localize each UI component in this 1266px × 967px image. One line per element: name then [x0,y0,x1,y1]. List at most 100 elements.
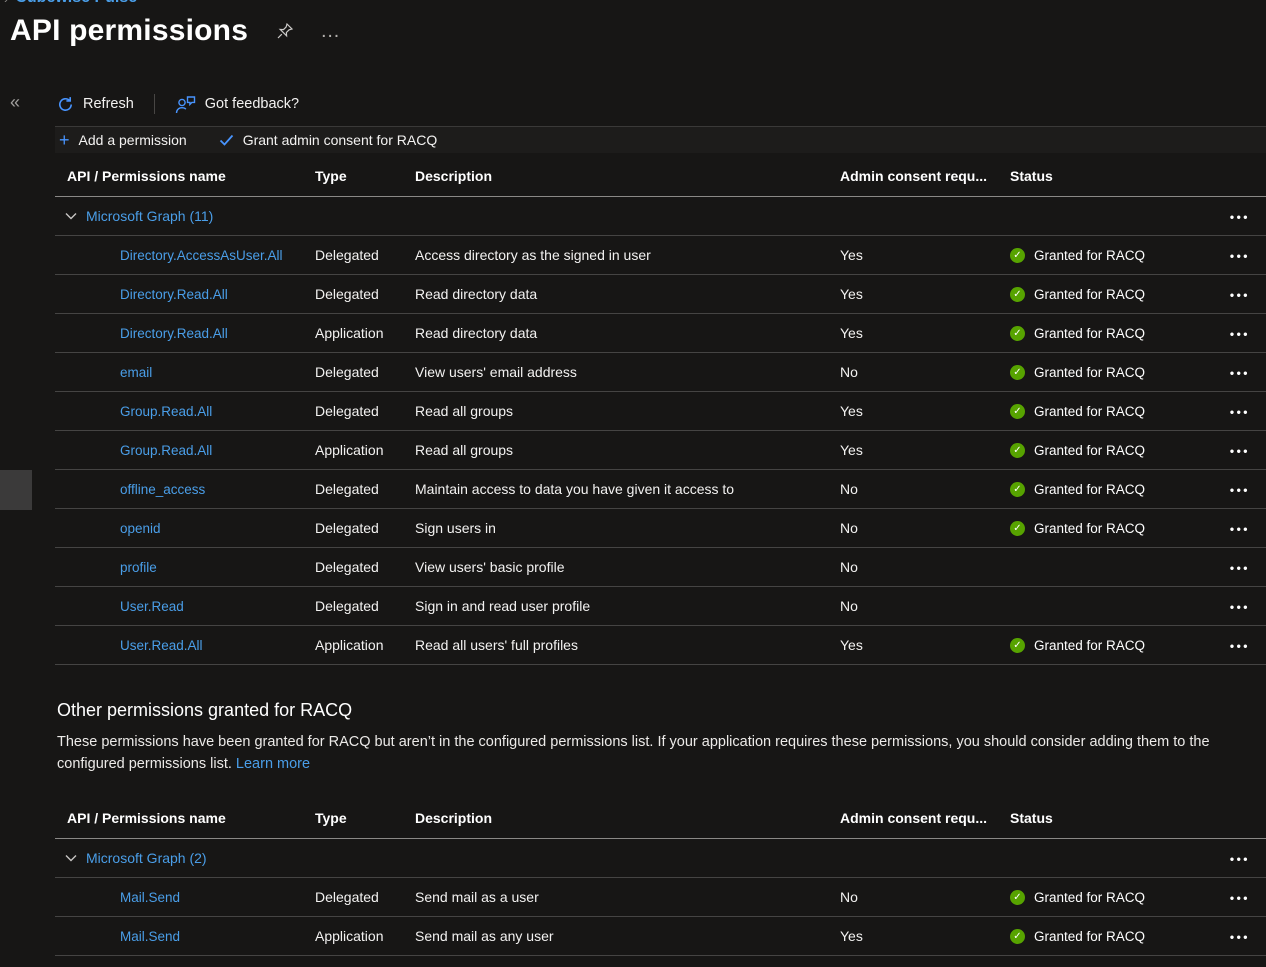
permission-description: Access directory as the signed in user [415,247,840,263]
actions-bar: + Add a permission Grant admin consent f… [55,126,1266,153]
column-header-status: Status [1010,168,1210,184]
admin-consent-value: No [840,889,1010,905]
table-header-row: API / Permissions name Type Description … [55,798,1266,839]
column-header-admin-consent: Admin consent requ... [840,810,1010,826]
command-bar: Refresh Got feedback? [55,88,301,120]
permission-row: User.Read.All Application Read all users… [55,626,1266,665]
permission-row: offline_access Delegated Maintain access… [55,470,1266,509]
permission-description: Read directory data [415,286,840,302]
permission-description: Send mail as a user [415,889,840,905]
permission-link[interactable]: User.Read [120,599,184,614]
status-label: Granted for RACQ [1034,482,1145,497]
permission-link[interactable]: offline_access [120,482,205,497]
status-granted: ✓ Granted for RACQ [1010,890,1210,905]
permission-row: Mail.Send Delegated Send mail as a user … [55,878,1266,917]
permission-row: Directory.Read.All Application Read dire… [55,314,1266,353]
permission-link[interactable]: email [120,365,152,380]
row-ellipsis-menu[interactable]: ••• [1230,288,1250,302]
row-ellipsis-menu[interactable]: ••• [1230,639,1250,653]
row-ellipsis-menu[interactable]: ••• [1230,852,1250,866]
status-granted: ✓ Granted for RACQ [1010,287,1210,302]
permission-link[interactable]: Directory.Read.All [120,287,228,302]
permission-link[interactable]: Group.Read.All [120,404,212,419]
admin-consent-value: No [840,559,1010,575]
permission-link[interactable]: Directory.Read.All [120,326,228,341]
permission-link[interactable]: Group.Read.All [120,443,212,458]
permission-link[interactable]: User.Read.All [120,638,203,653]
add-permission-button[interactable]: + Add a permission [55,132,191,148]
permission-row: email Delegated View users' email addres… [55,353,1266,392]
check-icon [219,134,234,146]
row-ellipsis-menu[interactable]: ••• [1230,444,1250,458]
granted-check-icon: ✓ [1010,443,1025,458]
row-ellipsis-menu[interactable]: ••• [1230,249,1250,263]
refresh-button[interactable]: Refresh [55,92,136,117]
status-label: Granted for RACQ [1034,404,1145,419]
permission-description: Read all groups [415,403,840,419]
refresh-icon [57,96,74,113]
row-ellipsis-menu[interactable]: ••• [1230,210,1250,224]
other-permissions-text: These permissions have been granted for … [57,734,1210,772]
left-panel-fragment [0,470,32,510]
permission-description: Send mail as any user [415,928,840,944]
admin-consent-value: Yes [840,325,1010,341]
permission-link[interactable]: openid [120,521,161,536]
column-header-type: Type [315,810,415,826]
add-permission-label: Add a permission [79,132,187,148]
permission-row: Directory.AccessAsUser.All Delegated Acc… [55,236,1266,275]
row-ellipsis-menu[interactable]: ••• [1230,483,1250,497]
table-header-row: API / Permissions name Type Description … [55,156,1266,197]
other-permissions-heading: Other permissions granted for RACQ [57,700,352,721]
api-group-row: Microsoft Graph (2) ••• [55,839,1266,878]
row-ellipsis-menu[interactable]: ••• [1230,891,1250,905]
permission-link[interactable]: profile [120,560,157,575]
grant-admin-consent-button[interactable]: Grant admin consent for RACQ [215,132,442,148]
row-ellipsis-menu[interactable]: ••• [1230,930,1250,944]
pin-icon[interactable] [276,22,294,40]
status-label: Granted for RACQ [1034,365,1145,380]
row-ellipsis-menu[interactable]: ••• [1230,522,1250,536]
row-ellipsis-menu[interactable]: ••• [1230,327,1250,341]
admin-consent-value: Yes [840,286,1010,302]
row-ellipsis-menu[interactable]: ••• [1230,405,1250,419]
permission-type: Application [315,928,415,944]
permission-type: Delegated [315,247,415,263]
row-ellipsis-menu[interactable]: ••• [1230,600,1250,614]
more-icon[interactable]: … [320,26,342,36]
api-group-link[interactable]: Microsoft Graph (2) [86,850,207,866]
column-header-description: Description [415,168,840,184]
column-header-status: Status [1010,810,1210,826]
granted-check-icon: ✓ [1010,248,1025,263]
page-header: API permissions … [10,14,342,48]
granted-check-icon: ✓ [1010,638,1025,653]
feedback-button[interactable]: Got feedback? [173,91,301,118]
permission-description: Read all users' full profiles [415,637,840,653]
permission-link[interactable]: Directory.AccessAsUser.All [120,248,283,263]
api-group-link[interactable]: Microsoft Graph (11) [86,208,213,224]
status-label: Granted for RACQ [1034,248,1145,263]
status-granted: ✓ Granted for RACQ [1010,443,1210,458]
column-header-type: Type [315,168,415,184]
permission-link[interactable]: Mail.Send [120,890,180,905]
admin-consent-value: Yes [840,442,1010,458]
permission-type: Application [315,325,415,341]
api-group-row: Microsoft Graph (11) ••• [55,197,1266,236]
status-label: Granted for RACQ [1034,638,1145,653]
admin-consent-value: No [840,598,1010,614]
column-header-name: API / Permissions name [55,168,315,184]
granted-check-icon: ✓ [1010,326,1025,341]
row-ellipsis-menu[interactable]: ••• [1230,366,1250,380]
page-title: API permissions [10,14,248,48]
permission-description: Read all groups [415,442,840,458]
breadcrumb: › Cubewise Pulse [4,0,137,7]
row-ellipsis-menu[interactable]: ••• [1230,561,1250,575]
chevron-down-icon[interactable] [65,212,77,220]
breadcrumb-link[interactable]: Cubewise Pulse [15,0,137,7]
permission-row: openid Delegated Sign users in No ✓ Gran… [55,509,1266,548]
chevron-down-icon[interactable] [65,854,77,862]
collapse-sidebar-button[interactable]: « [10,92,20,113]
permission-row: Group.Read.All Delegated Read all groups… [55,392,1266,431]
permission-type: Delegated [315,286,415,302]
permission-link[interactable]: Mail.Send [120,929,180,944]
learn-more-link[interactable]: Learn more [236,756,310,772]
